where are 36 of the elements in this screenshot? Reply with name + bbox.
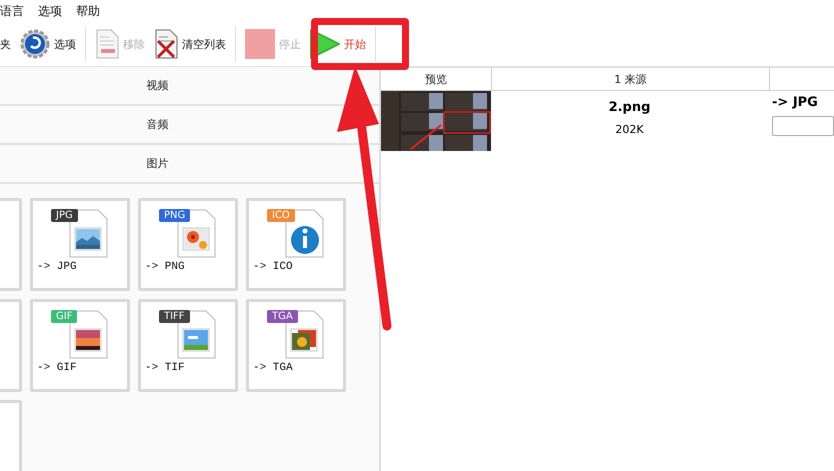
tile-label: -> TGA — [253, 362, 293, 374]
format-badge: TIFF — [159, 310, 190, 323]
target-format: -> JPG — [772, 95, 819, 110]
stop-icon — [245, 29, 275, 59]
tile-label: -> GIF — [37, 362, 77, 374]
format-badge: JPG — [51, 209, 78, 222]
format-tile[interactable]: TGA -> TGA — [246, 299, 346, 392]
menu-item[interactable]: 语言 — [0, 2, 24, 20]
format-tile[interactable]: JPG -> JPG — [30, 198, 130, 291]
toolbar-button[interactable]: 清空列表 — [154, 26, 226, 62]
format-badge: GIF — [51, 310, 78, 323]
file-name: 2.png — [608, 100, 650, 115]
format-badge: ICO — [267, 209, 295, 222]
toolbar-button[interactable]: 开始 — [310, 26, 366, 62]
toolbar-button[interactable]: 选项 — [20, 26, 76, 62]
format-tile[interactable]: ICO -> ICO — [246, 198, 346, 291]
input-field[interactable] — [772, 116, 834, 136]
column-header[interactable]: 预览 — [381, 68, 492, 90]
file-size: 202K — [615, 123, 644, 136]
gear-icon — [20, 29, 50, 59]
tile-label: -> TIF — [145, 362, 185, 374]
column-header[interactable]: 1 来源 — [492, 68, 770, 90]
delete-document-icon — [154, 29, 178, 59]
menu-item[interactable]: 选项 — [38, 2, 62, 20]
format-badge: PNG — [159, 209, 190, 222]
tile-label: -> PNG — [145, 261, 185, 273]
format-tile[interactable]: GIF -> GIF — [30, 299, 130, 392]
tile-label: -> ICO — [253, 261, 293, 273]
format-tile[interactable]: PNG -> PNG — [138, 198, 238, 291]
tile-label: -> JPG — [37, 261, 77, 273]
document-icon — [95, 29, 119, 59]
toolbar-button[interactable]: 夹 — [0, 26, 11, 62]
menu-item[interactable]: 帮助 — [76, 2, 100, 20]
play-icon — [310, 29, 340, 59]
format-tile[interactable]: TIFF -> TIF — [138, 299, 238, 392]
format-badge: TGA — [267, 310, 298, 323]
